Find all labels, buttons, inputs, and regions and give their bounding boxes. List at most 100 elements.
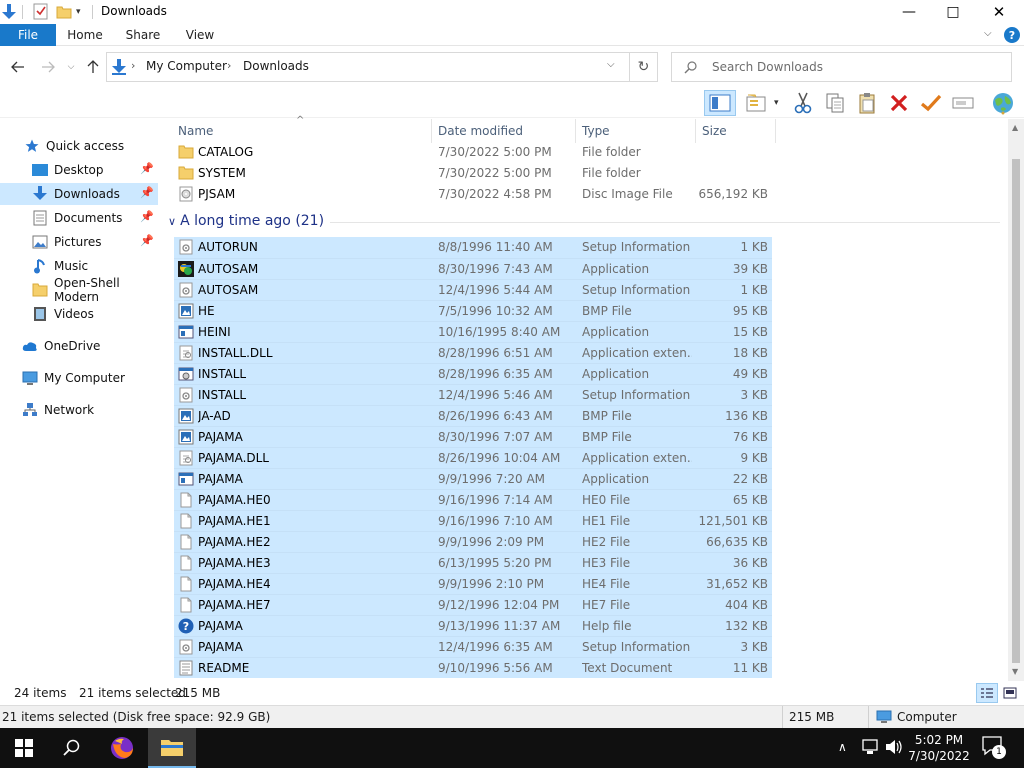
- sidebar-item-downloads[interactable]: Downloads 📌: [0, 183, 158, 205]
- file-row[interactable]: INSTALL.DLL 8/28/1996 6:51 AM Application …: [174, 342, 772, 363]
- file-type: HE1 File: [582, 514, 631, 528]
- action-center-icon[interactable]: 1: [982, 736, 1008, 760]
- view-options-icon[interactable]: [744, 90, 770, 116]
- sidebar-item-desktop[interactable]: Desktop 📌: [0, 159, 158, 181]
- customize-quick-access-dropdown[interactable]: ▾: [76, 3, 81, 21]
- properties-icon[interactable]: [33, 3, 49, 21]
- paste-icon[interactable]: [854, 90, 880, 116]
- scrollbar-thumb[interactable]: [1012, 159, 1020, 663]
- file-type: HE0 File: [582, 493, 631, 507]
- file-row[interactable]: HEINI 10/16/1995 8:40 AM Application 15 KB: [174, 321, 772, 342]
- pin-icon[interactable]: 📌: [140, 186, 154, 199]
- minimize-button[interactable]: —: [886, 0, 932, 24]
- tab-share[interactable]: Share: [120, 24, 166, 46]
- file-row[interactable]: AUTOSAM 8/30/1996 7:43 AM Application 39 KB: [174, 258, 772, 279]
- file-row[interactable]: HE 7/5/1996 10:32 AM BMP File 95 KB: [174, 300, 772, 321]
- cut-icon[interactable]: [790, 90, 816, 116]
- file-row[interactable]: PAJAMA 9/9/1996 7:20 AM Application 22 KB: [174, 468, 772, 489]
- file-row[interactable]: ? PAJAMA 9/13/1996 11:37 AM Help file 132 KB: [174, 615, 772, 636]
- scroll-up-icon[interactable]: ▲: [1012, 123, 1018, 132]
- file-row[interactable]: SYSTEM 7/30/2022 5:00 PM File folder: [174, 163, 772, 184]
- start-button[interactable]: [0, 728, 48, 768]
- file-row[interactable]: AUTOSAM 12/4/1996 5:44 AM Setup Informatio…: [174, 279, 772, 300]
- application-icon: [178, 471, 194, 487]
- sidebar-item-pictures[interactable]: Pictures 📌: [0, 231, 158, 253]
- file-row[interactable]: PAJAMA 12/4/1996 6:35 AM Setup Information…: [174, 636, 772, 657]
- file-row[interactable]: PAJAMA.HE7 9/12/1996 12:04 PM HE7 File 404 …: [174, 594, 772, 615]
- search-input[interactable]: Search Downloads: [671, 52, 1012, 82]
- view-options-dropdown-icon[interactable]: ▾: [774, 98, 779, 108]
- tab-view[interactable]: View: [178, 24, 222, 46]
- sidebar-item-quick-access[interactable]: Quick access: [0, 135, 158, 157]
- collapse-chevron-icon[interactable]: ∨: [168, 215, 176, 228]
- large-icons-view-icon[interactable]: [1001, 685, 1019, 701]
- pin-icon[interactable]: 📌: [140, 210, 154, 223]
- sidebar-item-my-computer[interactable]: My Computer: [0, 367, 158, 389]
- column-header-date-modified[interactable]: Date modified: [432, 119, 576, 143]
- file-row[interactable]: PJSAM 7/30/2022 4:58 PM Disc Image File …: [174, 184, 772, 205]
- file-row[interactable]: PAJAMA 8/30/1996 7:07 AM BMP File 76 KB: [174, 426, 772, 447]
- file-row[interactable]: PAJAMA.HE1 9/16/1996 7:10 AM HE1 File 121,5…: [174, 510, 772, 531]
- forward-arrow-icon[interactable]: [38, 58, 58, 76]
- copy-icon[interactable]: [822, 90, 848, 116]
- file-row[interactable]: PAJAMA.DLL 8/26/1996 10:04 AM Application …: [174, 447, 772, 468]
- svg-text:?: ?: [183, 620, 189, 633]
- group-divider: [330, 222, 1000, 223]
- tab-file[interactable]: File: [0, 24, 56, 46]
- up-arrow-icon[interactable]: [84, 58, 102, 76]
- recent-locations-chevron-icon[interactable]: ⌵: [64, 58, 78, 76]
- delete-icon[interactable]: [886, 90, 912, 116]
- dll-icon: [178, 345, 194, 361]
- rename-icon[interactable]: [950, 90, 976, 116]
- pin-icon[interactable]: 📌: [140, 234, 154, 247]
- sidebar-item-open-shell-modern[interactable]: Open-Shell Modern: [0, 276, 158, 304]
- file-row[interactable]: PAJAMA.HE2 9/9/1996 2:09 PM HE2 File 66,635…: [174, 531, 772, 552]
- file-row[interactable]: JA-AD 8/26/1996 6:43 AM BMP File 136 KB: [174, 405, 772, 426]
- sidebar-item-music[interactable]: Music: [0, 255, 158, 277]
- refresh-icon[interactable]: ↻: [630, 52, 658, 82]
- file-row[interactable]: README 9/10/1996 5:56 AM Text Document 11 K…: [174, 657, 772, 678]
- expand-ribbon-chevron-icon[interactable]: ⌵: [984, 28, 992, 39]
- sidebar-item-network[interactable]: Network: [0, 399, 158, 421]
- network-tray-icon[interactable]: [862, 738, 880, 759]
- firefox-icon[interactable]: [98, 728, 146, 768]
- classic-toolbar: ▾: [0, 88, 1024, 118]
- back-arrow-icon[interactable]: [8, 58, 28, 76]
- file-explorer-taskbar-icon[interactable]: [148, 728, 196, 768]
- file-row[interactable]: AUTORUN 8/8/1996 11:40 AM Setup Informatio…: [174, 237, 772, 258]
- select-checkmark-icon[interactable]: [918, 90, 944, 116]
- breadcrumb-my-computer[interactable]: My Computer: [146, 59, 227, 73]
- sidebar-item-videos[interactable]: Videos: [0, 303, 158, 325]
- address-bar[interactable]: › My Computer › Downloads ⌵: [106, 52, 630, 82]
- file-row[interactable]: PAJAMA.HE0 9/16/1996 7:14 AM HE0 File 65 KB: [174, 489, 772, 510]
- sidebar-item-onedrive[interactable]: OneDrive: [0, 335, 158, 357]
- column-header-size[interactable]: Size: [696, 119, 776, 143]
- volume-icon[interactable]: [884, 738, 904, 759]
- column-header-name[interactable]: Name: [172, 119, 432, 143]
- internet-globe-icon[interactable]: [990, 90, 1016, 116]
- file-row[interactable]: INSTALL 8/28/1996 6:35 AM Application 49 KB: [174, 363, 772, 384]
- column-header-type[interactable]: Type: [576, 119, 696, 143]
- new-folder-quick-icon[interactable]: [56, 3, 72, 21]
- pin-icon[interactable]: 📌: [140, 162, 154, 175]
- tab-home[interactable]: Home: [62, 24, 108, 46]
- breadcrumb-downloads[interactable]: Downloads: [243, 59, 309, 73]
- file-row[interactable]: CATALOG 7/30/2022 5:00 PM File folder: [174, 142, 772, 163]
- file-row[interactable]: PAJAMA.HE4 9/9/1996 2:10 PM HE4 File 31,652…: [174, 573, 772, 594]
- scroll-down-icon[interactable]: ▼: [1012, 667, 1018, 676]
- details-view-icon[interactable]: [976, 683, 998, 703]
- sidebar-item-documents[interactable]: Documents 📌: [0, 207, 158, 229]
- close-button[interactable]: ✕: [976, 0, 1022, 24]
- show-hidden-icons-chevron-icon[interactable]: ∧: [838, 740, 847, 754]
- help-icon[interactable]: ?: [1004, 27, 1020, 43]
- group-header[interactable]: ∨ A long time ago (21): [168, 213, 324, 229]
- navigation-pane-toggle-icon[interactable]: [704, 90, 736, 116]
- address-history-dropdown-icon[interactable]: ⌵: [607, 59, 615, 70]
- file-row[interactable]: PAJAMA.HE3 6/13/1995 5:20 PM HE3 File 36 KB: [174, 552, 772, 573]
- maximize-button[interactable]: □: [930, 0, 976, 24]
- vertical-scrollbar[interactable]: ▲ ▼: [1008, 119, 1024, 681]
- system-clock[interactable]: 5:02 PM 7/30/2022: [906, 732, 972, 764]
- file-date: 6/13/1995 5:20 PM: [438, 556, 552, 570]
- file-row[interactable]: INSTALL 12/4/1996 5:46 AM Setup Informatio…: [174, 384, 772, 405]
- search-taskbar-icon[interactable]: [48, 728, 96, 768]
